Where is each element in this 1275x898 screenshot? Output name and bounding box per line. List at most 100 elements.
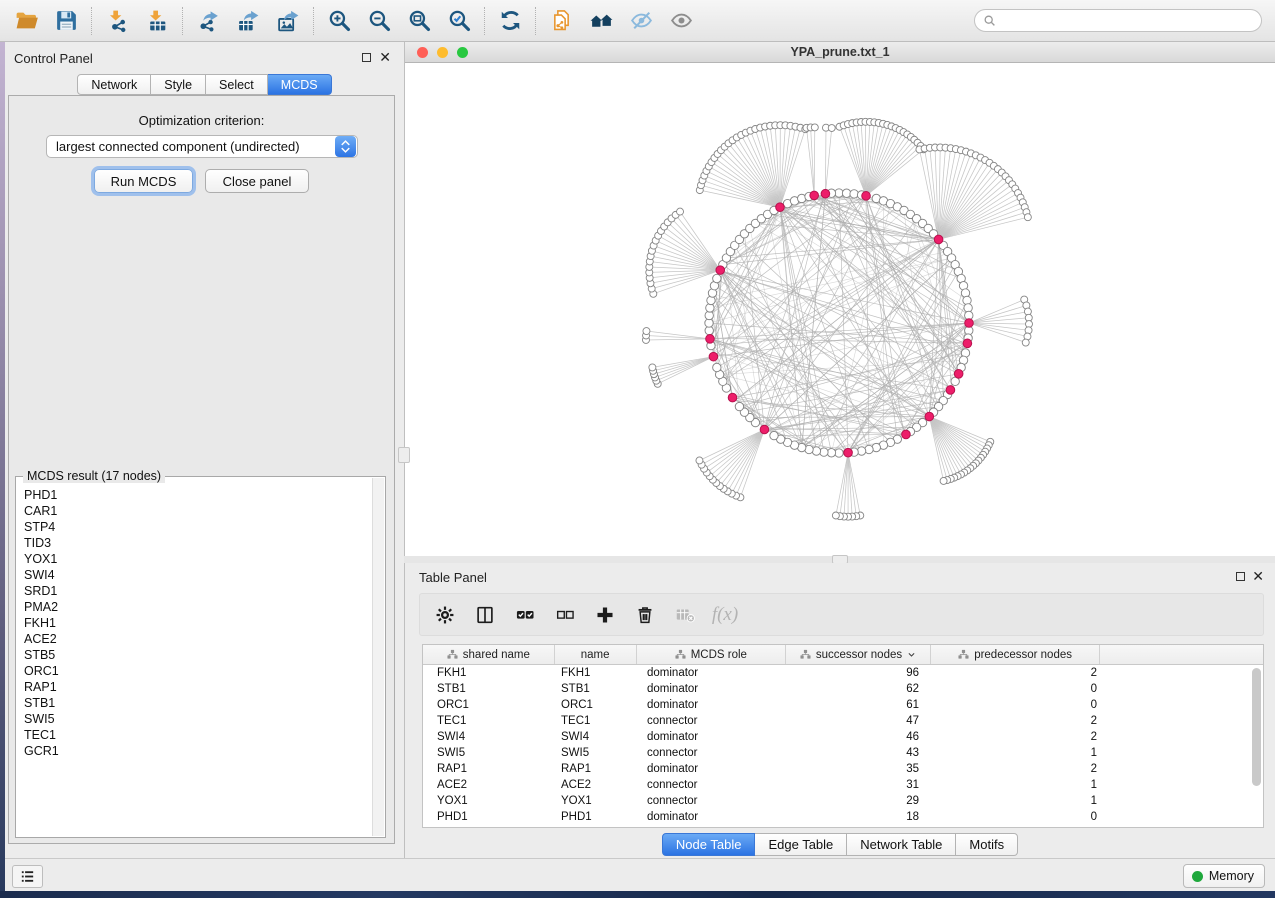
table-scrollbar-thumb[interactable]	[1252, 668, 1261, 786]
tab-edge-table[interactable]: Edge Table	[755, 833, 847, 856]
column-header-successor-nodes[interactable]: successor nodes	[786, 645, 931, 664]
tab-style[interactable]: Style	[151, 74, 206, 95]
mcds-result-item[interactable]: SWI4	[24, 567, 372, 583]
table-row[interactable]: ACE2ACE2connector311	[423, 777, 1263, 793]
table-row[interactable]: PHD1PHD1dominator180	[423, 809, 1263, 825]
dominator-node[interactable]	[728, 393, 737, 402]
tab-node-table[interactable]: Node Table	[662, 833, 756, 856]
table-row[interactable]: SWI4SWI4dominator462	[423, 729, 1263, 745]
close-table-panel-icon[interactable]: ✕	[1252, 568, 1264, 584]
mcds-result-item[interactable]: SWI5	[24, 711, 372, 727]
mcds-result-item[interactable]: GCR1	[24, 743, 372, 759]
open-file-icon[interactable]	[6, 4, 46, 38]
mcds-result-item[interactable]: STP4	[24, 519, 372, 535]
import-table-icon[interactable]	[137, 4, 177, 38]
mcds-result-item[interactable]: STB1	[24, 695, 372, 711]
dominator-node[interactable]	[862, 192, 871, 201]
vertical-splitter-handle[interactable]	[398, 447, 410, 463]
dominator-node[interactable]	[709, 352, 718, 361]
mcds-result-item[interactable]: CAR1	[24, 503, 372, 519]
export-table-icon[interactable]	[228, 4, 268, 38]
import-network-icon[interactable]	[97, 4, 137, 38]
dominator-node[interactable]	[965, 319, 974, 328]
dominator-node[interactable]	[776, 203, 785, 212]
mcds-result-item[interactable]: PMA2	[24, 599, 372, 615]
memory-button[interactable]: Memory	[1183, 864, 1265, 888]
table-row[interactable]: FKH1FKH1dominator962	[423, 665, 1263, 681]
dominator-node[interactable]	[954, 369, 963, 378]
tab-network-table[interactable]: Network Table	[847, 833, 956, 856]
close-panel-icon[interactable]: ✕	[379, 49, 391, 65]
optimization-criterion-select[interactable]: largest connected component (undirected)	[46, 135, 358, 158]
network-window-titlebar[interactable]: YPA_prune.txt_1	[405, 42, 1275, 63]
delete-column-icon[interactable]	[633, 603, 657, 627]
dominator-node[interactable]	[810, 191, 819, 200]
mcds-result-item[interactable]: FKH1	[24, 615, 372, 631]
zoom-selected-icon[interactable]	[439, 4, 479, 38]
hide-selected-icon[interactable]	[621, 4, 661, 38]
dominator-node[interactable]	[844, 448, 853, 457]
dominator-node[interactable]	[925, 412, 934, 421]
mcds-result-item[interactable]: TEC1	[24, 727, 372, 743]
first-neighbors-icon[interactable]	[581, 4, 621, 38]
zoom-out-icon[interactable]	[359, 4, 399, 38]
table-scrollbar[interactable]	[1251, 666, 1262, 826]
dominator-node[interactable]	[946, 386, 955, 395]
task-history-button[interactable]	[12, 865, 43, 888]
dominator-node[interactable]	[706, 335, 715, 344]
mcds-result-item[interactable]: PHD1	[24, 487, 372, 503]
show-all-icon[interactable]	[661, 4, 701, 38]
column-header-MCDS-role[interactable]: MCDS role	[637, 645, 787, 664]
mcds-result-item[interactable]: SRD1	[24, 583, 372, 599]
split-columns-icon[interactable]	[473, 603, 497, 627]
settings-icon[interactable]	[433, 603, 457, 627]
tab-mcds[interactable]: MCDS	[268, 74, 332, 95]
column-header-shared-name[interactable]: shared name	[423, 645, 555, 664]
export-network-icon[interactable]	[188, 4, 228, 38]
column-header-name[interactable]: name	[555, 645, 637, 664]
search-input[interactable]	[996, 14, 1261, 28]
select-all-checkboxes-icon[interactable]	[513, 603, 537, 627]
mcds-result-item[interactable]: RAP1	[24, 679, 372, 695]
table-row[interactable]: YOX1YOX1connector291	[423, 793, 1263, 809]
dominator-node[interactable]	[963, 339, 972, 348]
zoom-in-icon[interactable]	[319, 4, 359, 38]
export-image-icon[interactable]	[268, 4, 308, 38]
save-session-icon[interactable]	[46, 4, 86, 38]
dominator-node[interactable]	[934, 235, 943, 244]
mcds-result-item[interactable]: ORC1	[24, 663, 372, 679]
dominator-node[interactable]	[716, 266, 725, 275]
tab-motifs[interactable]: Motifs	[956, 833, 1018, 856]
close-panel-button[interactable]: Close panel	[205, 169, 309, 193]
mcds-list-scrollbar[interactable]	[372, 478, 384, 836]
mcds-result-item[interactable]: STB5	[24, 647, 372, 663]
add-column-icon[interactable]	[593, 603, 617, 627]
mcds-result-item[interactable]: ACE2	[24, 631, 372, 647]
network-graph[interactable]	[405, 63, 1275, 556]
tab-network[interactable]: Network	[77, 74, 151, 95]
float-panel-icon[interactable]	[362, 53, 371, 62]
table-row[interactable]: STB1STB1dominator620	[423, 681, 1263, 697]
deselect-all-checkboxes-icon[interactable]	[553, 603, 577, 627]
mcds-tab-content: Optimization criterion: largest connecte…	[8, 95, 395, 844]
tab-select[interactable]: Select	[206, 74, 268, 95]
mcds-result-item[interactable]: YOX1	[24, 551, 372, 567]
share-network-document-icon[interactable]	[541, 4, 581, 38]
column-header-predecessor-nodes[interactable]: predecessor nodes	[931, 645, 1101, 664]
table-row[interactable]: RAP1RAP1dominator352	[423, 761, 1263, 777]
refresh-icon[interactable]	[490, 4, 530, 38]
horizontal-splitter[interactable]	[404, 556, 1275, 563]
mcds-result-list[interactable]: PHD1CAR1STP4TID3YOX1SWI4SRD1PMA2FKH1ACE2…	[17, 481, 372, 836]
dominator-node[interactable]	[902, 430, 911, 439]
table-row[interactable]: TEC1TEC1connector472	[423, 713, 1263, 729]
zoom-fit-icon[interactable]	[399, 4, 439, 38]
mcds-result-item[interactable]: TID3	[24, 535, 372, 551]
table-row[interactable]: SWI5SWI5connector431	[423, 745, 1263, 761]
run-mcds-button[interactable]: Run MCDS	[94, 169, 193, 193]
table-row[interactable]: ORC1ORC1dominator610	[423, 697, 1263, 713]
network-canvas[interactable]	[405, 63, 1275, 556]
search-box[interactable]	[974, 9, 1262, 32]
dominator-node[interactable]	[821, 189, 830, 198]
float-table-panel-icon[interactable]	[1236, 572, 1245, 581]
dominator-node[interactable]	[760, 425, 769, 434]
